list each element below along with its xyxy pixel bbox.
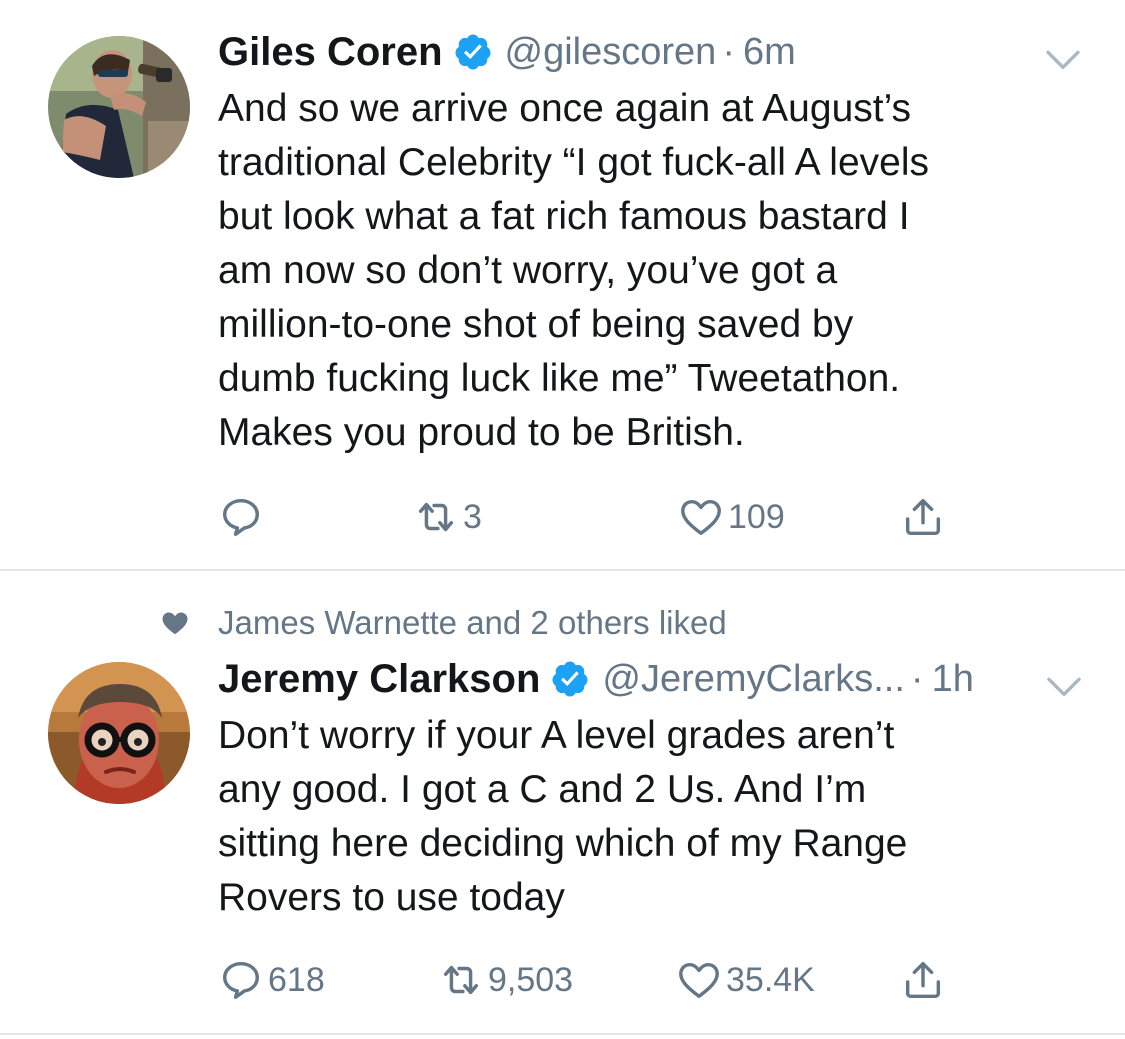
handle[interactable]: @JeremyClarks...	[602, 658, 905, 701]
display-name[interactable]: Giles Coren	[218, 30, 443, 75]
separator-dot: ·	[910, 657, 924, 700]
reply-icon	[222, 961, 260, 999]
reply-count: 618	[268, 960, 325, 999]
chevron-down-icon[interactable]	[1044, 666, 1084, 706]
retweet-icon	[418, 502, 454, 532]
tweet-text-line: dumb fucking luck like me” Tweetathon.	[218, 357, 901, 400]
tweet-text-line: sitting here deciding which of my Range	[218, 822, 908, 865]
avatar[interactable]	[48, 36, 190, 178]
share-icon	[905, 498, 941, 536]
tweet-text-line: million-to-one shot of being saved by	[218, 303, 854, 346]
avatar-image	[48, 36, 190, 178]
tweet-text: And so we arrive once again at August’s …	[218, 82, 1098, 460]
share-button[interactable]	[900, 492, 946, 542]
tweet-text-line: but look what a fat rich famous bastard …	[218, 195, 910, 238]
reply-icon	[222, 498, 260, 536]
separator-dot: ·	[722, 30, 735, 73]
tweet-actions: 618 9,503 35.4K	[218, 955, 978, 1005]
like-button[interactable]: 35.4K	[676, 955, 815, 1005]
verified-badge-icon	[552, 661, 588, 697]
chevron-down-icon[interactable]	[1043, 39, 1083, 79]
timeline: Giles Coren @gilescoren · 6m And so we a…	[0, 0, 1125, 1039]
tweet-text-line: any good. I got a C and 2 Us. And I’m	[218, 768, 867, 811]
tweet-text-line: Makes you proud to be British.	[218, 411, 745, 454]
tweet-text-line: am now so don’t worry, you’ve got a	[218, 249, 838, 292]
tweet[interactable]: James Warnette and 2 others liked Jeremy…	[0, 571, 1125, 1035]
share-icon	[905, 961, 941, 999]
tweet-header: Giles Coren @gilescoren · 6m	[218, 30, 796, 74]
tweet-text-line: And so we arrive once again at August’s	[218, 87, 912, 130]
heart-icon	[681, 499, 721, 536]
tweet-text: Don’t worry if your A level grades aren’…	[218, 709, 1098, 925]
like-count: 35.4K	[726, 960, 815, 999]
tweet[interactable]: Giles Coren @gilescoren · 6m And so we a…	[0, 0, 1125, 571]
reply-button[interactable]	[218, 492, 268, 542]
heart-icon	[679, 962, 719, 999]
display-name[interactable]: Jeremy Clarkson	[218, 657, 540, 702]
timestamp[interactable]: 6m	[743, 31, 796, 74]
retweet-count: 3	[463, 497, 482, 536]
heart-filled-icon	[162, 612, 188, 635]
retweet-button[interactable]: 9,503	[438, 955, 573, 1005]
tweet-text-line: traditional Celebrity “I got fuck-all A …	[218, 141, 929, 184]
handle[interactable]: @gilescoren	[505, 31, 717, 74]
social-context[interactable]: James Warnette and 2 others liked	[160, 603, 727, 643]
avatar-image	[48, 662, 190, 804]
retweet-count: 9,503	[488, 960, 574, 999]
tweet-text-line: Rovers to use today	[218, 876, 565, 919]
tweet-actions: 3 109	[218, 492, 978, 542]
verified-badge-icon	[455, 34, 491, 70]
reply-button[interactable]: 618	[218, 955, 325, 1005]
social-context-text: James Warnette and 2 others liked	[218, 604, 727, 641]
like-button[interactable]: 109	[678, 492, 785, 542]
timestamp[interactable]: 1h	[932, 658, 974, 701]
tweet-text-line: Don’t worry if your A level grades aren’…	[218, 714, 895, 757]
retweet-button[interactable]: 3	[413, 492, 482, 542]
tweet-header: Jeremy Clarkson @JeremyClarks... · 1h	[218, 657, 974, 701]
avatar[interactable]	[48, 662, 190, 804]
retweet-icon	[443, 965, 479, 995]
share-button[interactable]	[900, 955, 946, 1005]
like-count: 109	[728, 497, 785, 536]
